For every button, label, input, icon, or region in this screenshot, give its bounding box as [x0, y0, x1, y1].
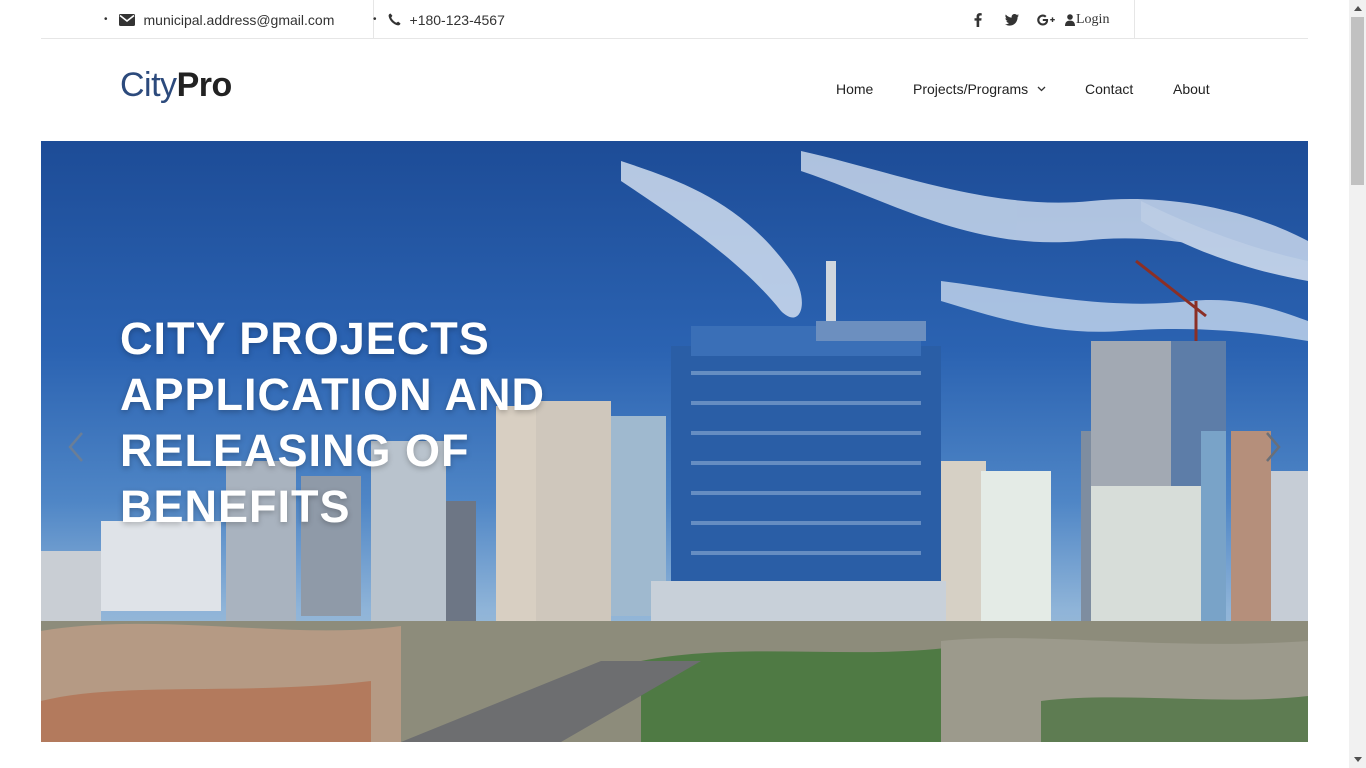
facebook-icon[interactable]: [961, 0, 995, 39]
logo-part-city: City: [120, 66, 177, 104]
nav-about[interactable]: About: [1173, 81, 1210, 97]
nav-projects-programs[interactable]: Projects/Programs: [913, 81, 1046, 97]
email-text: municipal.address@gmail.com: [143, 11, 335, 28]
top-bar: • municipal.address@gmail.com • +180-123…: [41, 0, 1308, 39]
logo-part-pro: Pro: [176, 66, 233, 104]
scrollbar-thumb[interactable]: [1351, 17, 1364, 185]
contact-email: • municipal.address@gmail.com: [104, 0, 334, 39]
divider: [1134, 0, 1135, 39]
chevron-down-icon: [1037, 86, 1046, 92]
twitter-icon[interactable]: [995, 0, 1029, 39]
social-links: Login: [961, 0, 1109, 39]
nav-home[interactable]: Home: [836, 81, 873, 97]
main-tower: [651, 261, 946, 671]
scroll-up-arrow-icon[interactable]: [1349, 0, 1366, 17]
phone-icon: [388, 13, 401, 26]
envelope-icon: [118, 13, 135, 26]
google-plus-icon[interactable]: [1029, 0, 1063, 39]
slider-next-button[interactable]: [1258, 427, 1288, 467]
clouds: [621, 151, 1308, 341]
foreground-city: [41, 621, 1308, 742]
chevron-right-icon: [1265, 431, 1281, 463]
hero-title: CITY PROJECTS APPLICATION AND RELEASING …: [120, 313, 545, 532]
phone-text: +180-123-4567: [409, 11, 505, 28]
chevron-left-icon: [68, 431, 84, 463]
nav-projects-label: Projects/Programs: [913, 81, 1029, 97]
list-bullet: •: [104, 14, 108, 25]
user-icon: [1065, 13, 1075, 26]
login-link[interactable]: Login: [1065, 12, 1109, 28]
scroll-down-arrow-icon[interactable]: [1349, 751, 1366, 768]
list-bullet: •: [373, 14, 377, 25]
page-scrollbar[interactable]: [1349, 0, 1366, 768]
hero-slider: CITY PROJECTS APPLICATION AND RELEASING …: [41, 141, 1308, 742]
contact-phone: • +180-123-4567: [373, 0, 505, 39]
login-label: Login: [1076, 11, 1110, 27]
slider-prev-button[interactable]: [61, 427, 91, 467]
site-logo[interactable]: CityPro: [120, 64, 232, 106]
nav-contact[interactable]: Contact: [1085, 81, 1133, 97]
